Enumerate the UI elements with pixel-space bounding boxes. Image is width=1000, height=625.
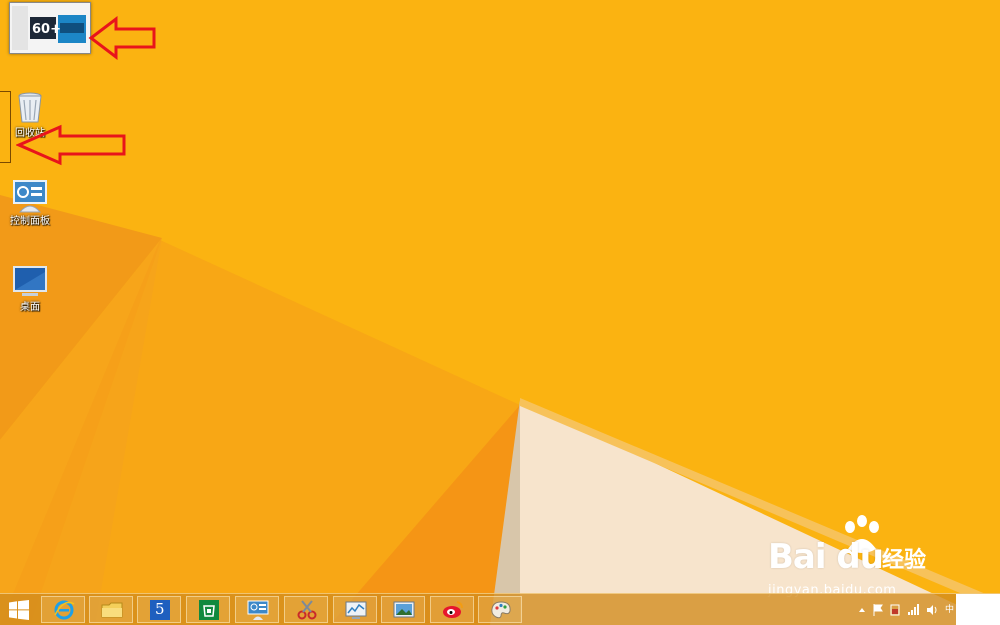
ime-indicator[interactable]: 中 — [945, 603, 954, 617]
taskbar-button-store[interactable] — [186, 596, 230, 623]
taskbar-button-control-panel[interactable] — [235, 596, 279, 623]
desktop-icon-desktop[interactable]: 桌面 — [0, 264, 60, 314]
weibo-icon — [443, 601, 463, 618]
thumbnail-text: 60+ — [32, 22, 61, 37]
desktop[interactable]: 回收站 控制面板 桌面 60+ Bai du 经验 jingyan.baidu.… — [0, 0, 1000, 625]
window-thumbnail[interactable]: 60+ — [9, 2, 91, 54]
monitor-icon — [13, 266, 47, 296]
watermark-brand: Bai du — [768, 537, 884, 577]
taskbar-button-file-explorer[interactable] — [89, 596, 133, 623]
annotation-arrow-top — [88, 16, 156, 60]
network-icon[interactable] — [907, 604, 919, 616]
desktop-icon-label: 控制面板 — [10, 216, 50, 227]
control-panel-icon — [247, 600, 269, 620]
selection-frame — [0, 91, 11, 163]
baidu-watermark: Bai du 经验 jingyan.baidu.com — [768, 515, 968, 605]
taskbar-button-performance-monitor[interactable] — [333, 596, 377, 623]
store-icon — [199, 600, 219, 620]
taskbar-button-photos[interactable] — [381, 596, 425, 623]
annotation-arrow-bottom — [16, 124, 126, 166]
palette-icon — [491, 601, 511, 619]
taskbar-button-weibo[interactable] — [430, 596, 474, 623]
taskbar-button-paint[interactable] — [478, 596, 522, 623]
action-center-flag-icon[interactable] — [873, 604, 883, 616]
taskbar: 5 中 — [0, 593, 1000, 625]
watermark-suffix: 经验 — [882, 548, 927, 573]
control-panel-icon — [13, 180, 47, 213]
start-button[interactable] — [9, 600, 29, 620]
desktop-icon-label: 桌面 — [20, 302, 40, 313]
chart-icon — [345, 601, 367, 619]
app-5-text: 5 — [155, 600, 165, 618]
folder-icon — [101, 602, 123, 618]
ie-icon — [54, 600, 75, 620]
power-icon[interactable] — [890, 604, 900, 616]
volume-icon[interactable] — [926, 604, 938, 616]
scissors-icon — [297, 600, 317, 620]
taskbar-button-snipping-tool[interactable] — [284, 596, 328, 623]
clock-area[interactable] — [956, 594, 1000, 625]
desktop-icon-control-panel[interactable]: 控制面板 — [0, 178, 60, 228]
system-tray: 中 — [858, 602, 954, 618]
taskbar-button-internet-explorer[interactable] — [41, 596, 85, 623]
taskbar-button-app-5[interactable]: 5 — [137, 596, 181, 623]
picture-icon — [393, 601, 415, 618]
recycle-bin-icon — [18, 92, 42, 123]
show-hidden-icons-chevron-icon[interactable] — [858, 606, 866, 614]
